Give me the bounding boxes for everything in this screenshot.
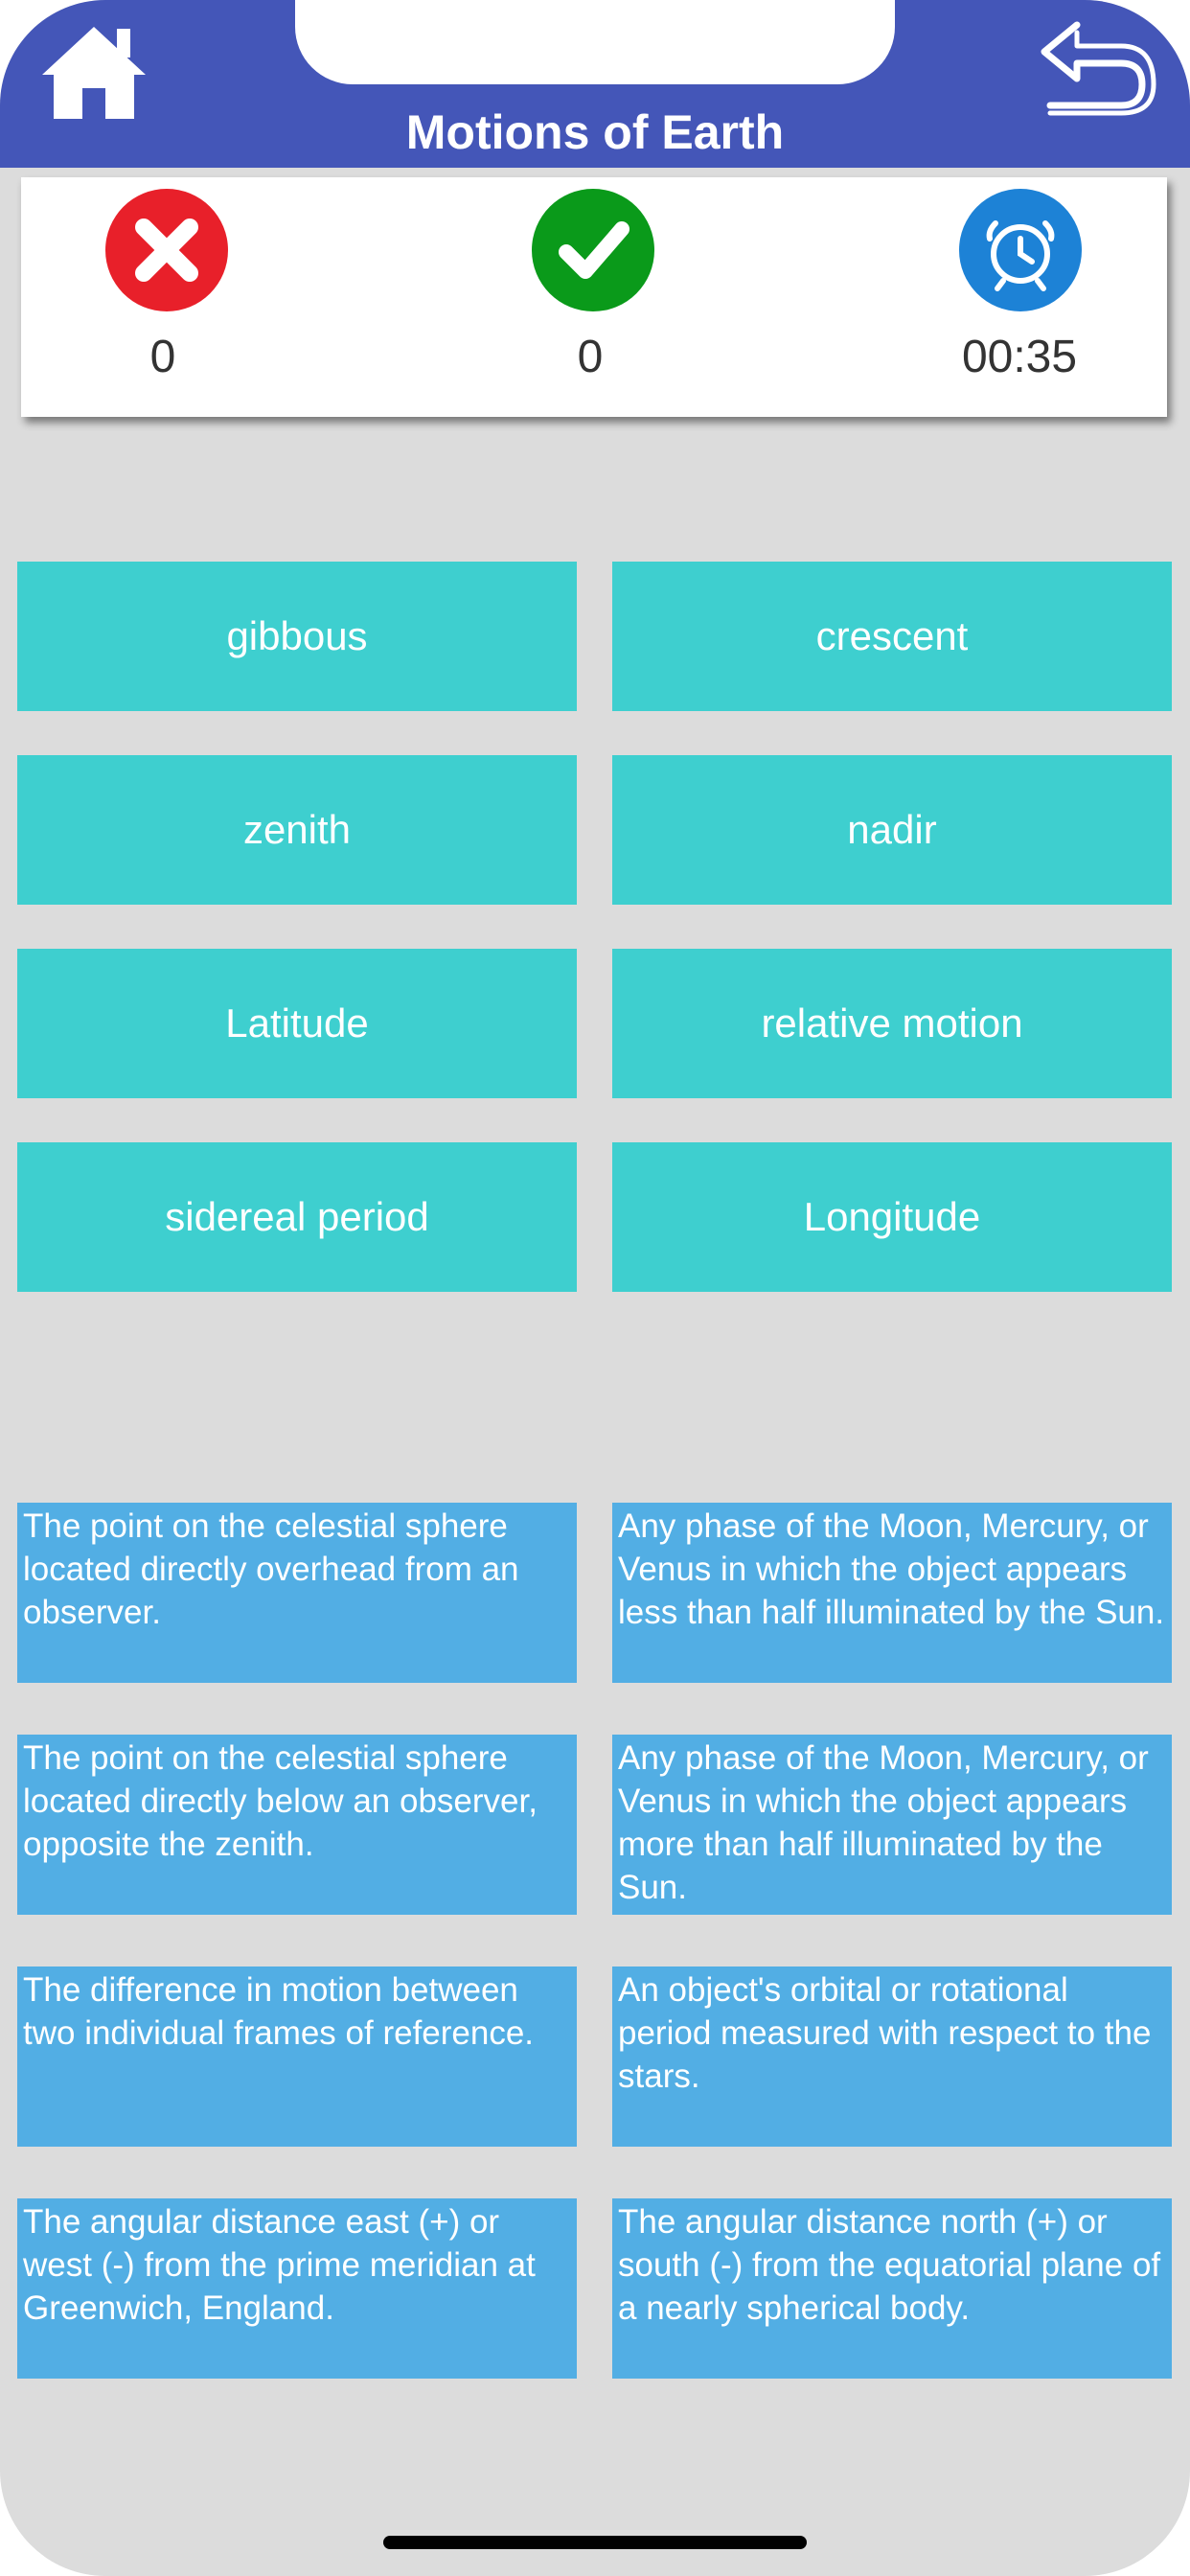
wrong-count: 0 — [149, 332, 176, 382]
term-button[interactable]: gibbous — [17, 562, 577, 711]
term-button[interactable]: nadir — [612, 755, 1172, 905]
term-button[interactable]: sidereal period — [17, 1142, 577, 1292]
definition-card[interactable]: Any phase of the Moon, Mercury, or Venus… — [612, 1735, 1172, 1915]
term-button[interactable]: Latitude — [17, 949, 577, 1098]
definition-card[interactable]: An object's orbital or rotational period… — [612, 1966, 1172, 2147]
term-button[interactable]: relative motion — [612, 949, 1172, 1098]
definition-card[interactable]: The point on the celestial sphere locate… — [17, 1735, 577, 1915]
home-indicator[interactable] — [383, 2536, 807, 2549]
wrong-x-icon — [105, 189, 228, 311]
definition-card[interactable]: Any phase of the Moon, Mercury, or Venus… — [612, 1503, 1172, 1683]
score-panel: 0 0 00:35 — [21, 177, 1167, 417]
term-button[interactable]: zenith — [17, 755, 577, 905]
definition-card[interactable]: The angular distance north (+) or south … — [612, 2198, 1172, 2379]
correct-count: 0 — [577, 332, 604, 382]
header-bar: Motions of Earth — [0, 0, 1190, 168]
device-notch — [295, 0, 895, 84]
definition-card[interactable]: The point on the celestial sphere locate… — [17, 1503, 577, 1683]
check-icon — [532, 189, 654, 311]
definition-card[interactable]: The angular distance east (+) or west (-… — [17, 2198, 577, 2379]
alarm-clock-icon — [959, 189, 1082, 311]
page-title: Motions of Earth — [405, 105, 785, 159]
term-button[interactable]: crescent — [612, 562, 1172, 711]
timer-value: 00:35 — [961, 332, 1078, 382]
quiz-screen: Motions of Earth 0 0 00:35 gibbous cresc… — [0, 0, 1190, 2576]
definition-card[interactable]: The difference in motion between two ind… — [17, 1966, 577, 2147]
term-button[interactable]: Longitude — [612, 1142, 1172, 1292]
